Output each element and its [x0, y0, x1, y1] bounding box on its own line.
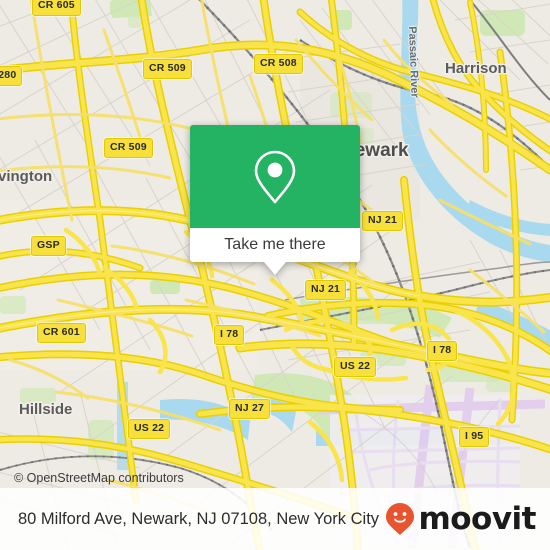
map-pin-icon — [254, 150, 296, 203]
road-shield: GSP — [31, 236, 66, 256]
location-callout-card[interactable]: Take me there — [190, 125, 360, 275]
take-me-there-button[interactable]: Take me there — [190, 228, 360, 262]
place-label-harrison: Harrison — [445, 60, 507, 77]
place-label-irvington: Irvington — [0, 168, 53, 185]
road-shield: I 78 — [427, 341, 458, 361]
callout-green-panel — [190, 125, 360, 228]
moovit-smiley-pin-icon — [386, 503, 415, 535]
road-shield: I 280 — [0, 66, 23, 86]
road-shield: NJ 21 — [362, 211, 404, 231]
take-me-there-label: Take me there — [224, 236, 326, 253]
road-shield: CR 605 — [32, 0, 81, 16]
moovit-wordmark: moovit — [418, 501, 536, 537]
road-shield: I 78 — [214, 325, 245, 345]
moovit-logo[interactable]: moovit — [385, 501, 536, 537]
map-vector-layer — [0, 0, 550, 550]
road-shield: CR 509 — [143, 59, 192, 79]
road-shield: NJ 27 — [229, 399, 271, 419]
place-label-hillside: Hillside — [19, 401, 73, 418]
address-label: 80 Milford Ave, Newark, NJ 07108, New Yo… — [18, 509, 380, 528]
callout-pointer-tail — [264, 262, 286, 275]
screenshot-root: CR 605 CR 509 CR 508 I 280 CR 509 GSP NJ… — [0, 0, 550, 550]
road-shield: NJ 21 — [305, 280, 347, 300]
road-shield: US 22 — [128, 419, 171, 439]
osm-attribution[interactable]: © OpenStreetMap contributors — [14, 471, 184, 485]
road-shield: CR 509 — [104, 138, 153, 158]
road-shield: US 22 — [334, 357, 377, 377]
footer-bar: 80 Milford Ave, Newark, NJ 07108, New Yo… — [0, 488, 550, 550]
river-label-passaic: Passaic River — [406, 26, 421, 98]
road-shield: I 95 — [459, 427, 490, 447]
map-canvas[interactable]: CR 605 CR 509 CR 508 I 280 CR 509 GSP NJ… — [0, 0, 550, 550]
road-shield: CR 601 — [37, 323, 86, 343]
road-shield: CR 508 — [254, 54, 303, 74]
